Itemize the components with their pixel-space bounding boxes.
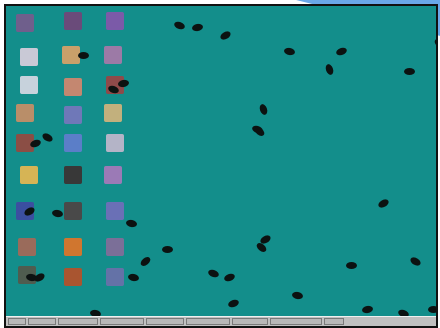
taskbar-button[interactable] — [28, 318, 56, 325]
globe-icon[interactable] — [64, 134, 82, 152]
star-icon[interactable] — [20, 166, 38, 184]
bug-icon — [162, 246, 173, 253]
app-icon[interactable] — [106, 134, 124, 152]
bug-icon — [404, 68, 415, 75]
app-icon[interactable] — [64, 238, 82, 256]
taskbar-button[interactable] — [58, 318, 98, 325]
bug-icon — [191, 23, 204, 32]
globe-icon[interactable] — [64, 106, 82, 124]
bug-icon — [40, 131, 55, 144]
app-icon[interactable] — [104, 104, 122, 122]
bug-icon — [51, 209, 64, 218]
bug-icon — [346, 262, 357, 269]
bug-icon — [433, 37, 436, 50]
bug-icon — [125, 219, 138, 228]
bug-icon — [408, 255, 423, 268]
bug-icon — [227, 298, 240, 309]
app-icon[interactable] — [106, 12, 124, 30]
bug-icon — [361, 305, 374, 314]
app-icon[interactable] — [106, 202, 124, 220]
taskbar-button[interactable] — [146, 318, 184, 325]
bug-icon — [335, 46, 348, 57]
bug-icon — [324, 63, 335, 76]
bug-icon — [218, 29, 233, 42]
taskbar-button[interactable] — [270, 318, 322, 325]
taskbar-button[interactable] — [232, 318, 268, 325]
taskbar-button[interactable] — [186, 318, 230, 325]
bug-icon — [435, 285, 436, 294]
app-icon[interactable] — [64, 268, 82, 286]
folder-icon[interactable] — [20, 76, 38, 94]
app-icon[interactable] — [106, 238, 124, 256]
taskbar-button[interactable] — [100, 318, 144, 325]
bug-icon — [253, 125, 266, 138]
bug-icon — [173, 20, 186, 31]
bug-icon — [207, 268, 220, 279]
bug-icon — [258, 103, 269, 116]
bug-icon — [291, 291, 304, 300]
start-button[interactable] — [8, 318, 26, 325]
desktop[interactable] — [4, 4, 438, 328]
taskbar-button[interactable] — [324, 318, 344, 325]
box-icon[interactable] — [64, 78, 82, 96]
drive-icon[interactable] — [104, 46, 122, 64]
app-icon[interactable] — [18, 238, 36, 256]
folder-icon[interactable] — [64, 12, 82, 30]
app-icon[interactable] — [64, 166, 82, 184]
computer-icon[interactable] — [16, 14, 34, 32]
bug-icon — [223, 272, 236, 283]
bug-icon — [139, 255, 152, 268]
taskbar — [6, 316, 436, 326]
bug-icon — [283, 47, 296, 56]
app-icon[interactable] — [104, 166, 122, 184]
bug-icon — [117, 79, 130, 88]
user-icon[interactable] — [20, 48, 38, 66]
bug-icon — [78, 52, 89, 59]
bug-icon — [436, 134, 438, 145]
bug-icon — [376, 197, 391, 210]
bug-icon — [127, 273, 140, 282]
bug-icon — [428, 306, 436, 313]
app-icon[interactable] — [64, 202, 82, 220]
app-icon[interactable] — [106, 268, 124, 286]
document-icon[interactable] — [16, 104, 34, 122]
